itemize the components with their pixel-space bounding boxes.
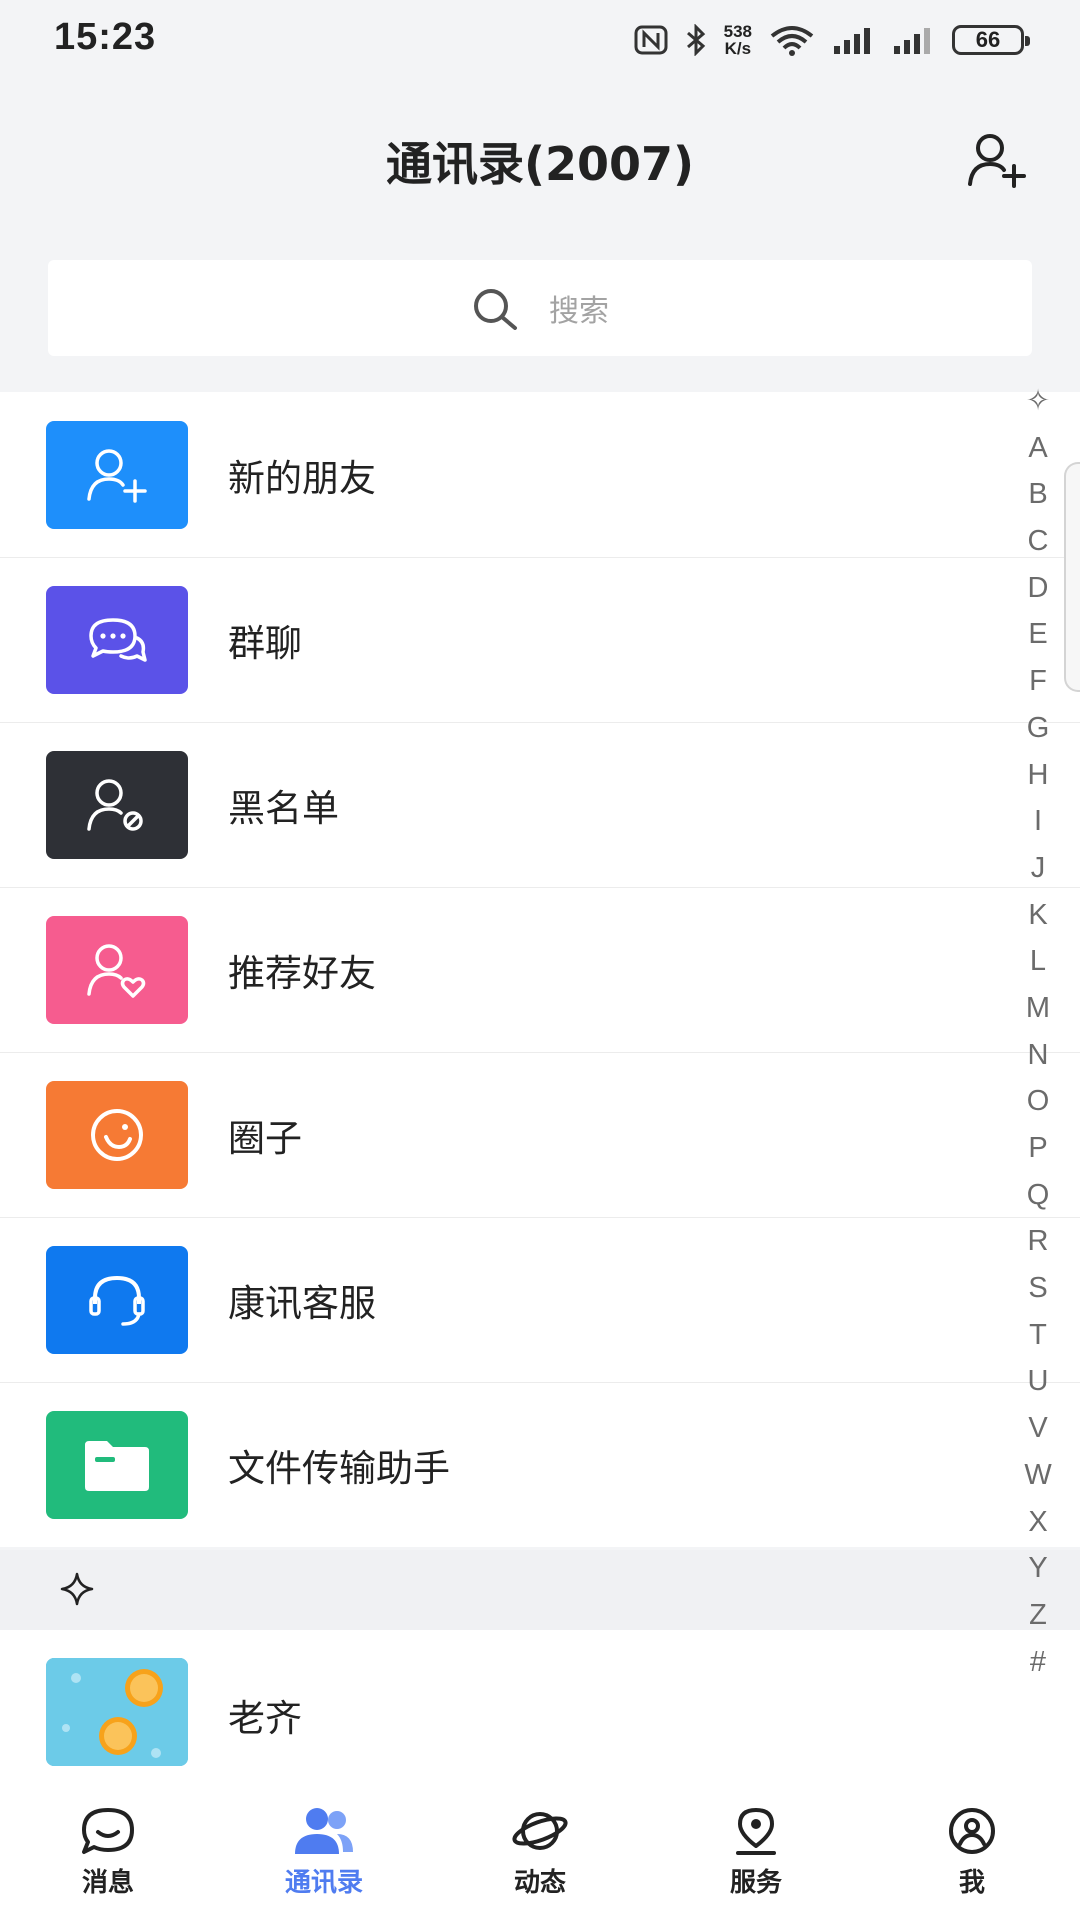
list-item-blacklist[interactable]: 黑名单 <box>0 722 1080 887</box>
add-contact-icon <box>968 134 1026 188</box>
index-letter[interactable]: A <box>1028 425 1047 472</box>
search-input[interactable]: 搜索 <box>48 260 1032 356</box>
index-letter[interactable]: K <box>1028 892 1047 939</box>
list-item-label: 康讯客服 <box>228 1281 376 1325</box>
recommend-friend-icon <box>46 915 188 1024</box>
index-letter[interactable]: # <box>1030 1639 1046 1686</box>
tab-me[interactable]: 我 <box>864 1780 1080 1920</box>
blacklist-icon <box>46 750 188 859</box>
add-contact-button[interactable] <box>964 128 1028 192</box>
group-chat-icon <box>46 585 188 694</box>
header: 通讯录(2007) <box>0 80 1080 230</box>
index-letter[interactable]: V <box>1028 1405 1047 1452</box>
battery-icon: 66 <box>952 25 1030 55</box>
index-letter[interactable]: O <box>1027 1078 1050 1125</box>
bottom-nav: 消息 通讯录 动态 服务 我 <box>0 1780 1080 1920</box>
signal-icon <box>832 26 876 54</box>
section-header-star <box>0 1550 1080 1630</box>
headset-icon <box>46 1245 188 1354</box>
index-letter[interactable]: H <box>1028 752 1049 799</box>
folder-icon <box>46 1410 188 1519</box>
index-letter[interactable]: Q <box>1027 1172 1050 1219</box>
index-letter[interactable]: T <box>1029 1312 1047 1359</box>
alphabet-index: ✧ A B C D E F G H I J K L M N O P Q R S … <box>1008 378 1068 1685</box>
bluetooth-icon <box>684 24 708 56</box>
tab-moments[interactable]: 动态 <box>432 1780 648 1920</box>
status-icons: 538 K/s 66 <box>634 18 1030 62</box>
tab-label: 我 <box>958 1868 985 1898</box>
index-letter[interactable]: Y <box>1028 1545 1047 1592</box>
profile-icon <box>949 1808 995 1854</box>
add-friend-icon <box>46 420 188 529</box>
contacts-icon <box>295 1808 353 1854</box>
list-item-file-transfer[interactable]: 文件传输助手 <box>0 1382 1080 1547</box>
tab-messages[interactable]: 消息 <box>0 1780 216 1920</box>
status-bar: 15:23 538 K/s 66 <box>0 0 1080 80</box>
index-letter[interactable]: M <box>1026 985 1050 1032</box>
index-letter[interactable]: G <box>1027 705 1050 752</box>
orange-slices-avatar <box>46 1658 188 1766</box>
index-letter[interactable]: S <box>1028 1265 1047 1312</box>
index-letter[interactable]: D <box>1028 565 1049 612</box>
index-letter[interactable]: P <box>1028 1125 1047 1172</box>
tab-services[interactable]: 服务 <box>648 1780 864 1920</box>
message-icon <box>82 1808 134 1854</box>
planet-icon <box>512 1812 568 1850</box>
list-item-label: 圈子 <box>228 1116 302 1160</box>
tab-label: 动态 <box>513 1868 566 1898</box>
tab-contacts[interactable]: 通讯录 <box>216 1780 432 1920</box>
list-item-recommend-friends[interactable]: 推荐好友 <box>0 887 1080 1052</box>
index-letter[interactable]: C <box>1028 518 1049 565</box>
list-item-label: 新的朋友 <box>228 456 376 500</box>
index-letter[interactable]: J <box>1031 845 1046 892</box>
signal-icon <box>892 26 936 54</box>
index-letter[interactable]: U <box>1028 1358 1049 1405</box>
tab-label: 消息 <box>81 1868 134 1898</box>
tab-label: 通讯录 <box>284 1868 363 1898</box>
wifi-icon <box>768 24 816 56</box>
index-letter[interactable]: I <box>1034 798 1042 845</box>
list-item-label: 文件传输助手 <box>228 1446 450 1490</box>
index-letter[interactable]: E <box>1028 611 1047 658</box>
index-letter[interactable]: N <box>1028 1032 1049 1079</box>
status-time: 15:23 <box>54 16 157 58</box>
function-list: 新的朋友 群聊 黑名单 推荐好友 圈子 康讯客服 文件传输助手 <box>0 392 1080 1547</box>
list-item-label: 群聊 <box>228 621 302 665</box>
list-item-group-chat[interactable]: 群聊 <box>0 557 1080 722</box>
index-letter[interactable]: X <box>1028 1499 1047 1546</box>
index-letter[interactable]: W <box>1024 1452 1051 1499</box>
search-placeholder: 搜索 <box>549 294 609 329</box>
list-item-label: 推荐好友 <box>228 951 376 995</box>
list-item-circle[interactable]: 圈子 <box>0 1052 1080 1217</box>
index-letter[interactable]: B <box>1028 471 1047 518</box>
index-letter[interactable]: Z <box>1029 1592 1047 1639</box>
index-letter[interactable]: F <box>1029 658 1047 705</box>
search-icon <box>474 289 517 330</box>
contact-name: 老齐 <box>228 1697 302 1740</box>
star-icon <box>60 1572 94 1610</box>
location-icon <box>736 1808 776 1855</box>
page-title: 通讯录(2007) <box>385 137 695 191</box>
list-item-label: 黑名单 <box>228 786 339 830</box>
list-item-new-friends[interactable]: 新的朋友 <box>0 392 1080 557</box>
contact-list: 老齐 <box>0 1630 1080 1780</box>
nfc-icon <box>634 25 668 55</box>
contact-item[interactable]: 老齐 <box>0 1630 1080 1795</box>
index-letter[interactable]: ✧ <box>1026 378 1050 425</box>
list-item-customer-service[interactable]: 康讯客服 <box>0 1217 1080 1382</box>
index-letter[interactable]: R <box>1028 1218 1049 1265</box>
net-speed: 538 K/s <box>723 22 752 58</box>
tab-label: 服务 <box>729 1868 782 1898</box>
index-letter[interactable]: L <box>1030 938 1046 985</box>
circle-icon <box>46 1080 188 1189</box>
